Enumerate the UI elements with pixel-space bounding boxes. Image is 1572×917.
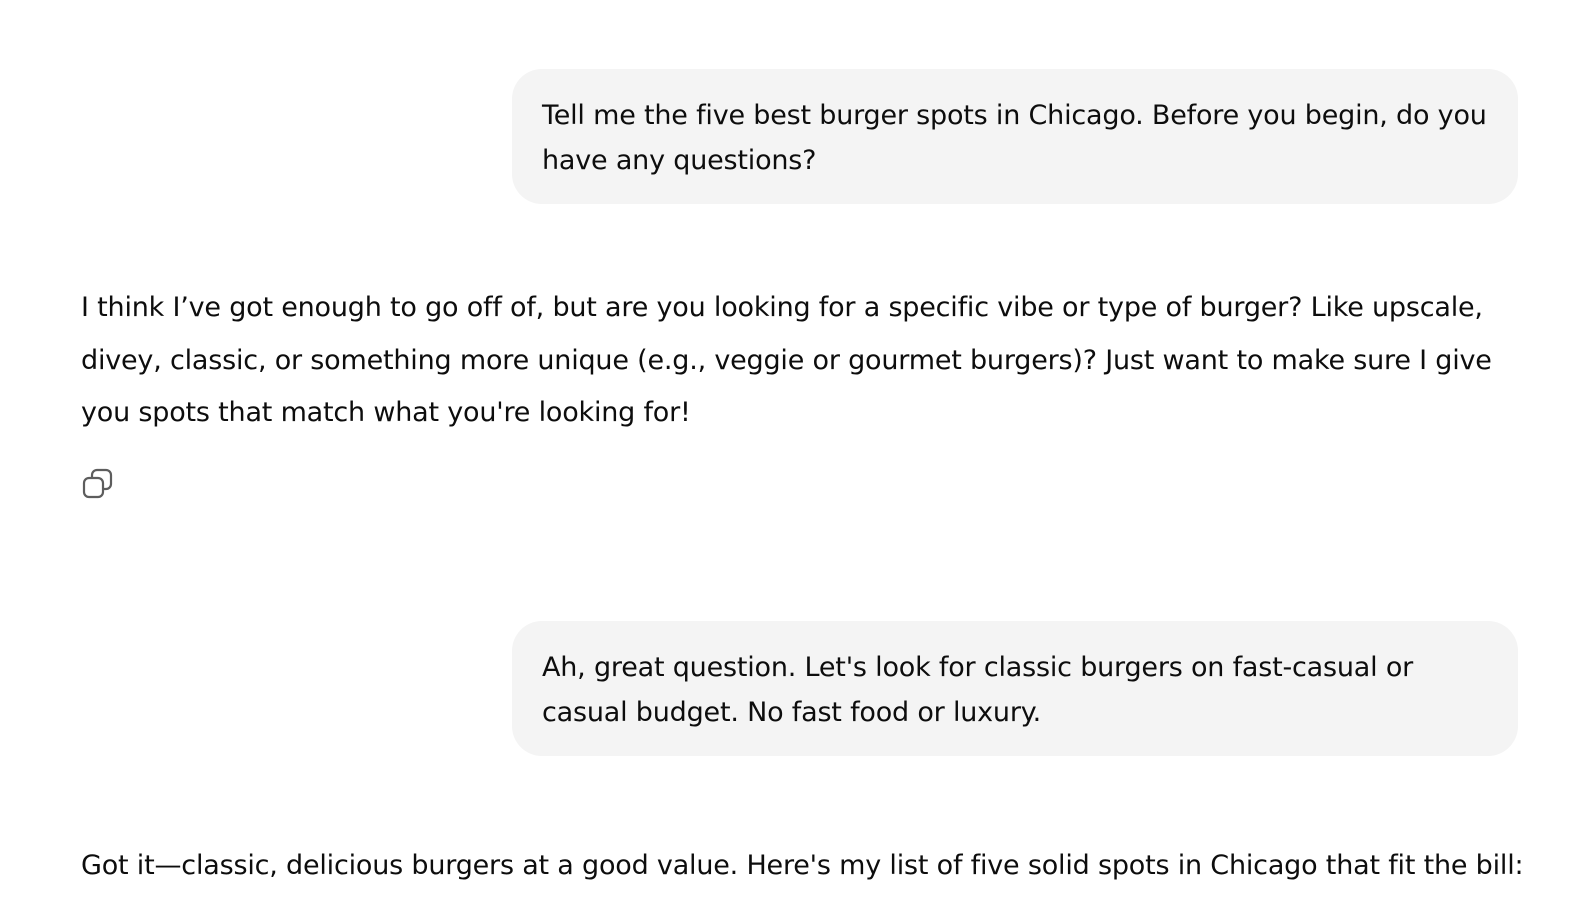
user-message: Tell me the five best burger spots in Ch… xyxy=(512,69,1518,204)
chat-conversation: Tell me the five best burger spots in Ch… xyxy=(0,0,1572,917)
assistant-message: I think I’ve got enough to go off of, bu… xyxy=(81,292,1492,428)
copy-icon xyxy=(81,467,115,501)
assistant-message: Got it—classic, delicious burgers at a g… xyxy=(81,850,1524,881)
user-message: Ah, great question. Let's look for class… xyxy=(512,621,1518,756)
copy-button[interactable] xyxy=(76,462,120,506)
